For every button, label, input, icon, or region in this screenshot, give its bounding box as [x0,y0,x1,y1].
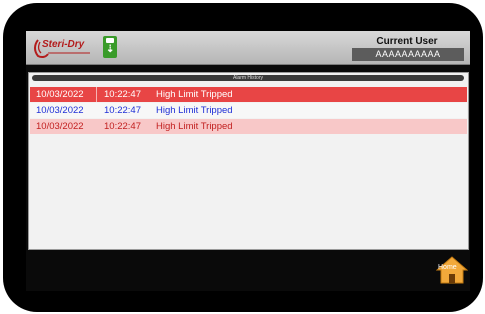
brand-name: Steri-Dry [42,39,85,50]
alarm-message: High Limit Tripped [156,105,233,116]
current-user-value[interactable]: AAAAAAAAAA [352,48,464,61]
alarm-row[interactable]: 10/03/2022 10:22:47 High Limit Tripped [30,103,467,118]
alarm-message: High Limit Tripped [156,89,233,100]
alarm-date: 10/03/2022 [36,121,84,132]
header-bar: Steri-Dry ⇣ Current User AAAAAAAAAA [26,31,470,65]
alarm-date: 10/03/2022 [36,89,84,100]
alarm-time: 10:22:47 [104,121,141,132]
alarm-row[interactable]: 10/03/2022 10:22:47 High Limit Tripped [30,87,467,102]
alarm-history-panel: Alarm History 10/03/2022 10:22:47 High L… [28,72,469,250]
current-user-label: Current User [376,36,438,47]
hmi-screen: Steri-Dry ⇣ Current User AAAAAAAAAA Alar… [26,31,470,291]
alarm-row[interactable]: 10/03/2022 10:22:47 High Limit Tripped [30,119,467,134]
alarm-date: 10/03/2022 [36,105,84,116]
alarm-message: High Limit Tripped [156,121,233,132]
alarm-time: 10:22:47 [104,89,141,100]
usb-drive-icon: ⇣ [103,36,117,58]
alarm-history-title: Alarm History [32,75,464,81]
alarm-time: 10:22:47 [104,105,141,116]
home-button-label[interactable]: Home [438,264,457,271]
